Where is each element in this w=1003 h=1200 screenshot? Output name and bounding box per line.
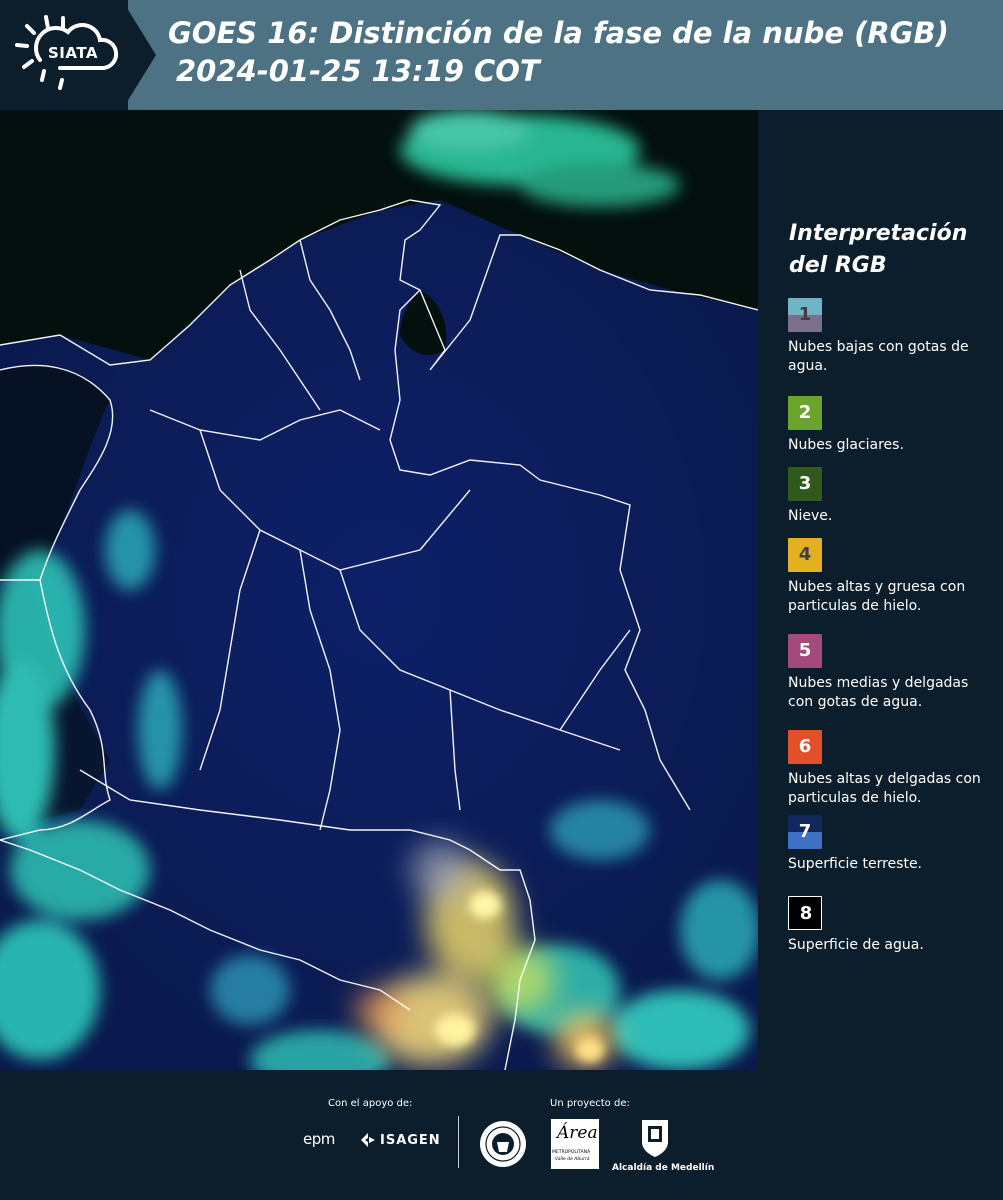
legend-item-1: 1 Nubes bajas con gotas de agua.	[788, 298, 988, 376]
support-label: Con el apoyo de:	[328, 1098, 413, 1109]
metropolitana-logo[interactable]: Área METROPOLITANA Valle de Aburrá	[551, 1119, 599, 1169]
legend-number: 7	[798, 821, 812, 842]
legend-label: Nubes medias y delgadas con gotas de agu…	[788, 675, 969, 710]
legend-label: Nubes altas y delgadas con particulas de…	[788, 771, 981, 806]
legend-number: 1	[798, 304, 812, 325]
legend-number: 3	[798, 473, 812, 494]
satellite-map[interactable]	[0, 110, 758, 1070]
seal-icon	[480, 1121, 526, 1167]
legend-item-6: 6 Nubes altas y delgadas con particulas d…	[788, 730, 988, 808]
legend-number: 2	[798, 402, 812, 423]
legend-swatch: 8	[788, 896, 822, 930]
legend-title-line-2: del RGB	[789, 253, 887, 278]
legend-item-3: 3 Nieve.	[788, 467, 988, 526]
legend-label: Nubes bajas con gotas de agua.	[788, 339, 969, 374]
legend-number: 5	[798, 640, 812, 661]
legend-title-line-1: Interpretación	[789, 221, 968, 246]
isagen-logo[interactable]: ISAGEN	[380, 1133, 441, 1148]
metropolitana-logo-text: Área	[557, 1123, 598, 1143]
footer-divider	[458, 1116, 459, 1168]
shield-icon	[642, 1120, 668, 1157]
legend-item-2: 2 Nubes glaciares.	[788, 396, 988, 455]
epm-logo[interactable]: epm	[303, 1130, 335, 1148]
project-label: Un proyecto de:	[550, 1098, 630, 1109]
seal-logo[interactable]	[479, 1120, 527, 1172]
legend-swatch: 2	[788, 396, 822, 430]
legend-number: 6	[798, 736, 812, 757]
isagen-icon	[359, 1131, 377, 1153]
legend-item-8: 8 Superficie de agua.	[788, 896, 988, 955]
title-line-1: GOES 16: Distinción de la fase de la nub…	[168, 16, 949, 50]
legend-number: 4	[798, 544, 812, 565]
logo-text: SIATA	[48, 44, 99, 62]
title-line-2: 2024-01-25 13:19 COT	[176, 54, 540, 88]
legend-swatch: 4	[788, 538, 822, 572]
legend-panel: Interpretación del RGB 1 Nubes bajas con …	[760, 110, 1003, 1070]
alcaldia-label: Alcaldía de Medellín	[612, 1163, 715, 1173]
page-title: GOES 16: Distinción de la fase de la nub…	[168, 14, 949, 90]
legend-swatch: 3	[788, 467, 822, 501]
legend-label: Nubes glaciares.	[788, 437, 904, 453]
legend-item-5: 5 Nubes medias y delgadas con gotas de ag…	[788, 634, 988, 712]
header-chevron	[122, 0, 156, 110]
legend-label: Nubes altas y gruesa con particulas de h…	[788, 579, 966, 614]
satellite-image	[0, 110, 758, 1070]
legend-swatch: 6	[788, 730, 822, 764]
legend-swatch: 5	[788, 634, 822, 668]
metropolitana-sub2: Valle de Aburrá	[555, 1157, 590, 1162]
legend-swatch: 1	[788, 298, 822, 332]
footer: Con el apoyo de: Un proyecto de: epm ISA…	[0, 1070, 1003, 1200]
legend-label: Superficie de agua.	[788, 937, 924, 953]
legend-label: Nieve.	[788, 508, 833, 524]
legend-number: 8	[799, 903, 813, 924]
alcaldia-shield[interactable]	[640, 1118, 670, 1162]
legend-item-4: 4 Nubes altas y gruesa con particulas de …	[788, 538, 988, 616]
legend-item-7: 7 Superficie terreste.	[788, 815, 988, 874]
legend-swatch: 7	[788, 815, 822, 849]
legend-title: Interpretación del RGB	[789, 218, 967, 282]
siata-logo[interactable]: SIATA	[0, 0, 128, 110]
legend-label: Superficie terreste.	[788, 856, 923, 872]
metropolitana-sub: METROPOLITANA	[552, 1150, 591, 1155]
header: SIATA GOES 16: Distinción de la fase de …	[0, 0, 1003, 110]
